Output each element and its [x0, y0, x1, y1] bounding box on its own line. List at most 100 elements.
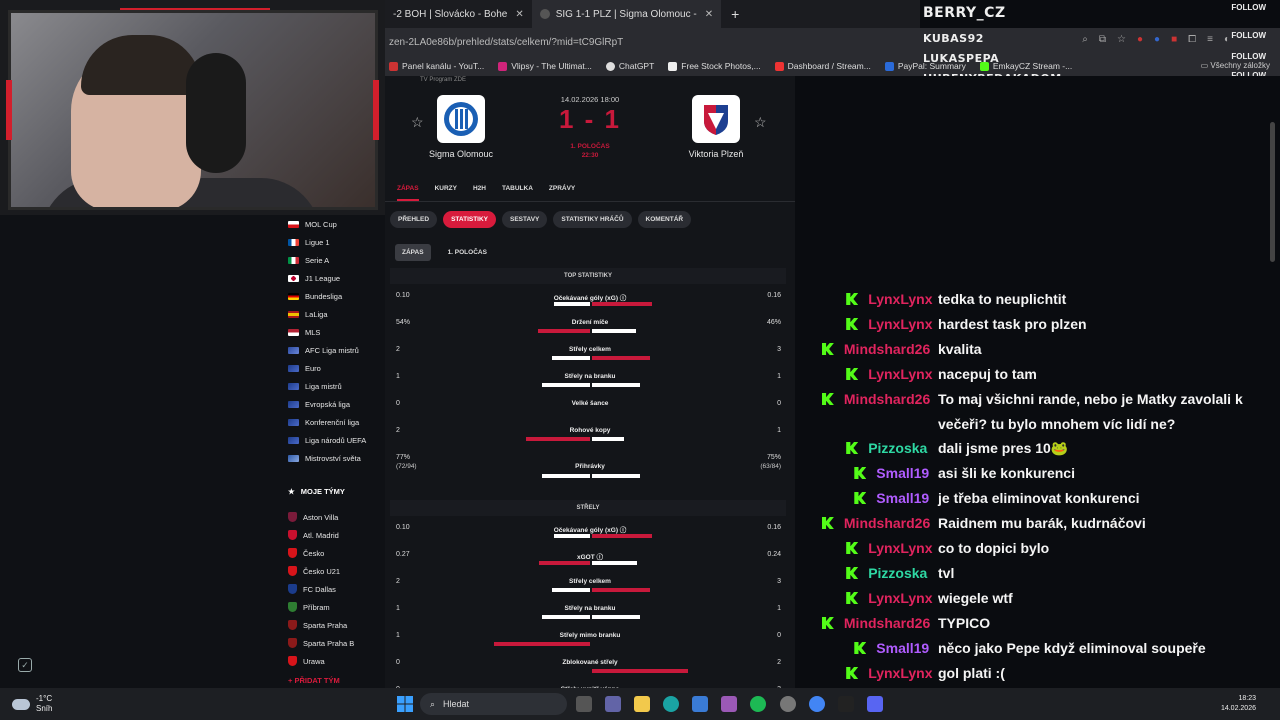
extensions-puzzle-icon[interactable]: ⧠	[1188, 34, 1196, 45]
chrome-icon[interactable]	[809, 696, 825, 712]
league-item[interactable]: Liga národů UEFA	[288, 431, 366, 449]
team-item[interactable]: Sparta Praha	[288, 616, 347, 634]
league-item[interactable]: AFC Liga mistrů	[288, 341, 359, 359]
league-label: Liga mistrů	[305, 381, 342, 391]
browser-tab[interactable]: -2 BOH | Slovácko - Bohe ✕	[385, 0, 532, 28]
edge-icon[interactable]	[663, 696, 679, 712]
steam-icon[interactable]	[780, 696, 796, 712]
overlay-top-name: BERRY_CZ	[923, 5, 1006, 21]
scrollbar[interactable]	[1270, 122, 1275, 262]
app-icon[interactable]	[721, 696, 737, 712]
chat-username[interactable]: Mindshard26	[844, 611, 930, 636]
extension-icon[interactable]: ●	[1137, 34, 1143, 45]
obs-icon[interactable]	[838, 696, 854, 712]
teams-icon[interactable]	[605, 696, 621, 712]
close-icon[interactable]: ✕	[705, 9, 713, 20]
league-item[interactable]: Bundesliga	[288, 287, 342, 305]
league-item[interactable]: Serie A	[288, 251, 329, 269]
league-item[interactable]: MOL Cup	[288, 215, 337, 233]
extension-icon[interactable]: ●	[1154, 34, 1160, 45]
team-crest-icon	[288, 584, 297, 594]
period-tab-zapas[interactable]: ZÁPAS	[395, 244, 431, 261]
discord-icon[interactable]	[867, 696, 883, 712]
league-label: Liga národů UEFA	[305, 435, 367, 445]
all-bookmarks[interactable]: ▭ Všechny záložky	[1201, 61, 1270, 70]
store-icon[interactable]	[692, 696, 708, 712]
reading-list-icon[interactable]: ≡	[1207, 34, 1213, 45]
profile-icon[interactable]: ◐	[1224, 34, 1230, 45]
tab-h2h[interactable]: H2H	[473, 185, 486, 201]
clock[interactable]: 18:23 14.02.2026	[1221, 694, 1256, 714]
league-item[interactable]: Mistrovství světa	[288, 449, 361, 467]
league-label: Ligue 1	[305, 237, 330, 247]
spotify-icon[interactable]	[750, 696, 766, 712]
team-item[interactable]: Atl. Madrid	[288, 526, 339, 544]
bookmark-item[interactable]: ChatGPT	[605, 61, 654, 71]
league-item[interactable]: J1 League	[288, 269, 340, 287]
tab-kurzy[interactable]: KURZY	[435, 185, 457, 201]
league-item[interactable]: Liga mistrů	[288, 377, 342, 395]
taskbar-search[interactable]: ⌕ Hledat	[420, 693, 567, 715]
start-windows-icon[interactable]	[397, 696, 413, 712]
chat-username[interactable]: Mindshard26	[844, 337, 930, 362]
bookmark-item[interactable]: Panel kanálu - YouT...	[389, 61, 484, 71]
team-item[interactable]: Česko U21	[288, 562, 340, 580]
chat-username[interactable]: Small19	[876, 486, 929, 511]
bookmark-item[interactable]: Free Stock Photos,...	[668, 61, 761, 71]
team-item[interactable]: Sparta Praha B	[288, 634, 354, 652]
team-item[interactable]: Aston Villa	[288, 508, 338, 526]
browser-tab-active[interactable]: SIG 1-1 PLZ | Sigma Olomouc - ✕	[531, 0, 722, 28]
league-item[interactable]: Euro	[288, 359, 321, 377]
league-item[interactable]: Evropská liga	[288, 395, 350, 413]
league-item[interactable]: Konferenční liga	[288, 413, 359, 431]
chat-username[interactable]: Pizzoska	[868, 561, 927, 586]
add-team-link[interactable]: + PŘIDAT TÝM	[288, 676, 340, 685]
league-item[interactable]: LaLiga	[288, 305, 328, 323]
chat-username[interactable]: LynxLynx	[868, 586, 932, 611]
team-crest-icon	[288, 620, 297, 630]
chat-username[interactable]: Small19	[876, 461, 929, 486]
league-item[interactable]: Ligue 1	[288, 233, 330, 251]
league-item[interactable]: MLS	[288, 323, 320, 341]
task-view-icon[interactable]	[576, 696, 592, 712]
tab-zpravy[interactable]: ZPRÁVY	[549, 185, 575, 201]
period-tab-1-polocas[interactable]: 1. POLOČAS	[441, 244, 494, 261]
favorite-star-icon[interactable]: ☆	[754, 114, 767, 131]
bookmark-item[interactable]: Vlipsy - The Ultimat...	[498, 61, 592, 71]
install-icon[interactable]: ⧉	[1099, 34, 1106, 45]
stat-row: 77% 75% Přihrávky (72/94) (63/84)	[385, 454, 795, 480]
pill-statistiky[interactable]: STATISTIKY	[443, 211, 497, 228]
bookmark-item[interactable]: Dashboard / Stream...	[774, 61, 871, 71]
chat-username[interactable]: LynxLynx	[868, 287, 932, 312]
bookmark-star-icon[interactable]: ☆	[1117, 34, 1126, 45]
chat-username[interactable]: LynxLynx	[868, 312, 932, 337]
chat-text: hardest task pro plzen	[938, 316, 1087, 332]
chat-username[interactable]: LynxLynx	[868, 362, 932, 387]
weather-widget[interactable]: -1°C Sníh	[12, 694, 52, 714]
team-item[interactable]: Urawa	[288, 652, 325, 670]
extension-icon[interactable]: ■	[1171, 34, 1177, 45]
file-explorer-icon[interactable]	[634, 696, 650, 712]
tab-tabulka[interactable]: TABULKA	[502, 185, 533, 201]
url-text[interactable]: zen-2LA0e86b/prehled/stats/celkem/?mid=t…	[389, 37, 623, 48]
new-tab-button[interactable]: +	[721, 6, 749, 22]
team-item[interactable]: Česko	[288, 544, 324, 562]
chat-username[interactable]: Mindshard26	[844, 387, 930, 412]
chat-username[interactable]: Small19	[876, 636, 929, 661]
tv-program-link[interactable]: TV Program ZDE	[420, 77, 466, 83]
chat-username[interactable]: Pizzoska	[868, 436, 927, 461]
pill-statistiky-hracu[interactable]: STATISTIKY HRÁČŮ	[553, 211, 632, 228]
chat-username[interactable]: LynxLynx	[868, 661, 932, 686]
privacy-shield-icon[interactable]: ✓	[18, 658, 32, 672]
chat-username[interactable]: LynxLynx	[868, 536, 932, 561]
team-item[interactable]: FC Dallas	[288, 580, 336, 598]
webcam-accent-right	[373, 80, 379, 140]
tab-zapas[interactable]: ZÁPAS	[397, 185, 419, 201]
pill-prehled[interactable]: PŘEHLED	[390, 211, 438, 228]
chat-username[interactable]: Mindshard26	[844, 511, 930, 536]
pill-sestavy[interactable]: SESTAVY	[502, 211, 548, 228]
pill-komentar[interactable]: KOMENTÁŘ	[637, 211, 692, 228]
close-icon[interactable]: ✕	[515, 9, 523, 20]
team-item[interactable]: Příbram	[288, 598, 330, 616]
zoom-icon[interactable]: ⌕	[1082, 34, 1088, 45]
